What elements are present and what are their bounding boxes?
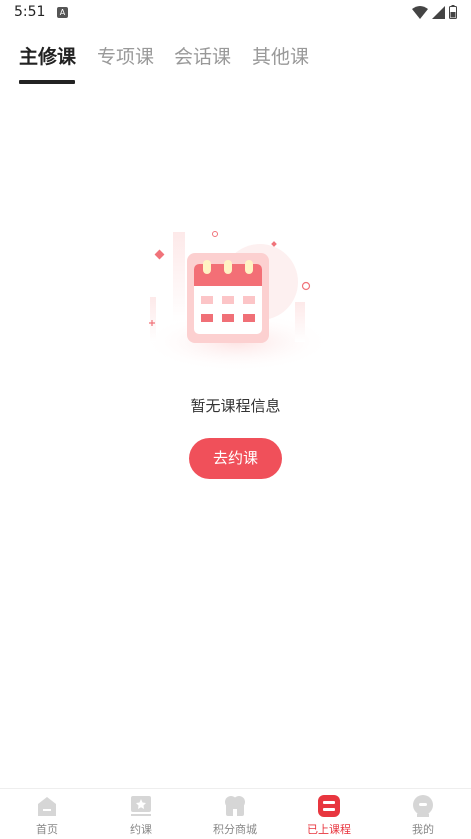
empty-message: 暂无课程信息 [190, 397, 281, 415]
course-tabs: 主修课 专项课 会话课 其他课 [0, 38, 471, 86]
book-course-button[interactable]: 去约课 [189, 438, 282, 479]
shop-icon [225, 796, 245, 816]
home-icon [38, 797, 56, 816]
wifi-icon [412, 5, 428, 19]
nav-item-courses-taken[interactable]: 已上课程 [282, 789, 376, 839]
profile-icon [413, 795, 433, 817]
status-icons [412, 5, 457, 19]
nav-label-shop: 积分商城 [213, 823, 257, 836]
status-bar: 5:51 A [0, 0, 471, 26]
battery-icon [449, 5, 457, 19]
signal-icon [432, 5, 445, 19]
nav-item-shop[interactable]: 积分商城 [188, 789, 282, 839]
courses-taken-icon [318, 795, 340, 817]
status-time: 5:51 [14, 4, 46, 20]
notification-icon: A [57, 7, 68, 18]
book-lesson-icon [131, 796, 151, 816]
calendar-icon [142, 231, 332, 372]
tab-conversation-courses[interactable]: 会话课 [174, 42, 231, 69]
nav-label-book-lesson: 约课 [130, 823, 152, 836]
nav-label-profile: 我的 [412, 823, 434, 836]
nav-item-home[interactable]: 首页 [0, 789, 94, 839]
nav-label-courses-taken: 已上课程 [307, 823, 351, 836]
tab-main-courses[interactable]: 主修课 [19, 42, 76, 69]
bottom-nav: 首页 约课 积分商城 已上课程 我的 [0, 788, 471, 839]
active-tab-indicator [19, 80, 75, 84]
tab-special-courses[interactable]: 专项课 [97, 42, 154, 69]
nav-item-book-lesson[interactable]: 约课 [94, 789, 188, 839]
tab-other-courses[interactable]: 其他课 [252, 42, 309, 69]
nav-label-home: 首页 [36, 823, 58, 836]
nav-item-profile[interactable]: 我的 [376, 789, 470, 839]
